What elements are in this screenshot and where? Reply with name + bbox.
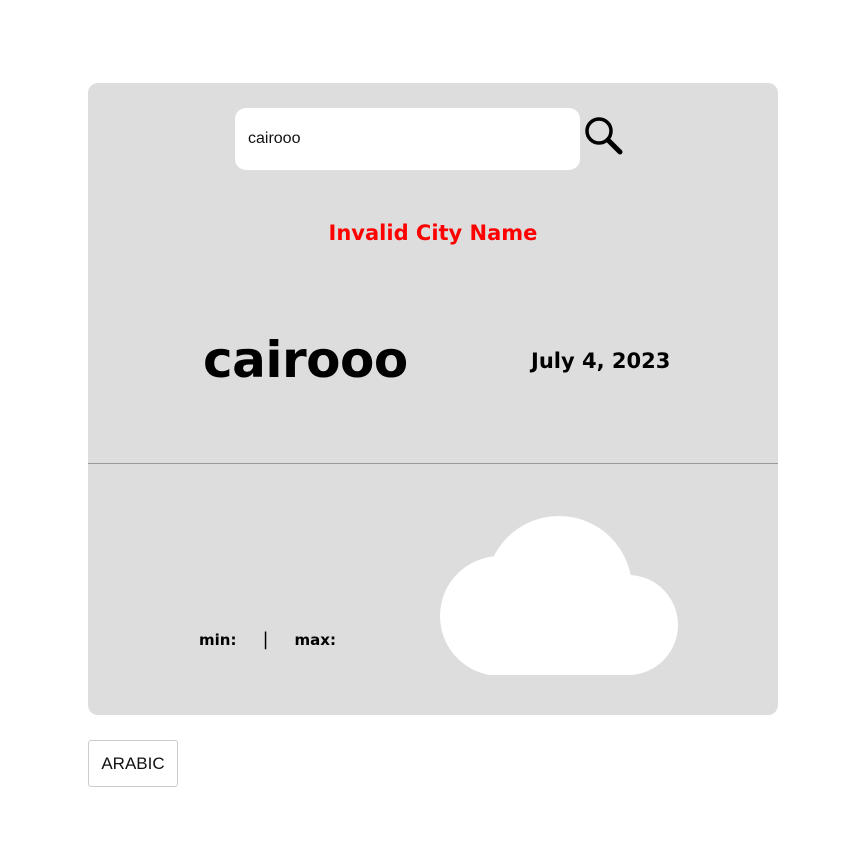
date-text: July 4, 2023: [531, 349, 671, 373]
divider: [88, 463, 778, 464]
error-message: Invalid City Name: [328, 221, 538, 245]
search-icon: [582, 114, 628, 160]
search-button[interactable]: [582, 114, 628, 160]
weather-card: Invalid City Name cairooo July 4, 2023 m…: [88, 83, 778, 715]
language-toggle-button[interactable]: ARABIC: [88, 740, 178, 787]
city-search-input[interactable]: [235, 108, 580, 170]
temperature-range: min: | max:: [199, 629, 336, 650]
temp-separator: |: [262, 629, 269, 650]
min-temp-label: min:: [199, 630, 237, 649]
max-temp-label: max:: [294, 630, 336, 649]
cloud-icon: [438, 515, 678, 679]
city-name: cairooo: [203, 331, 408, 389]
